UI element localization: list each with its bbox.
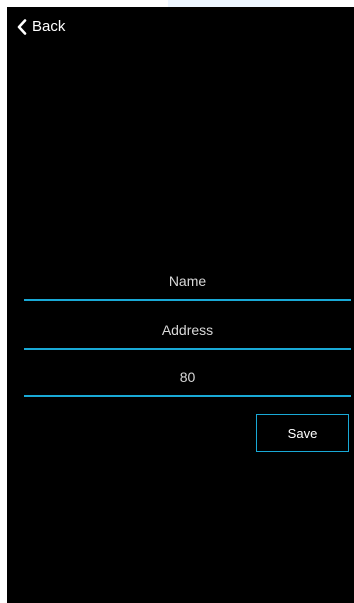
port-field-value: 80: [179, 369, 196, 385]
back-label: Back: [32, 18, 66, 35]
name-field-value: Name: [168, 273, 207, 289]
address-field[interactable]: Address: [24, 312, 351, 350]
save-button[interactable]: Save: [256, 414, 349, 452]
app-screen: Back Name Address 80 Save: [7, 7, 354, 603]
address-field-value: Address: [161, 322, 214, 338]
top-strip: [0, 0, 354, 7]
name-field[interactable]: Name: [24, 263, 351, 301]
chevron-left-icon: [17, 19, 27, 35]
back-button[interactable]: Back: [17, 17, 65, 37]
port-field[interactable]: 80: [24, 359, 351, 397]
top-strip-tint: [168, 0, 280, 7]
